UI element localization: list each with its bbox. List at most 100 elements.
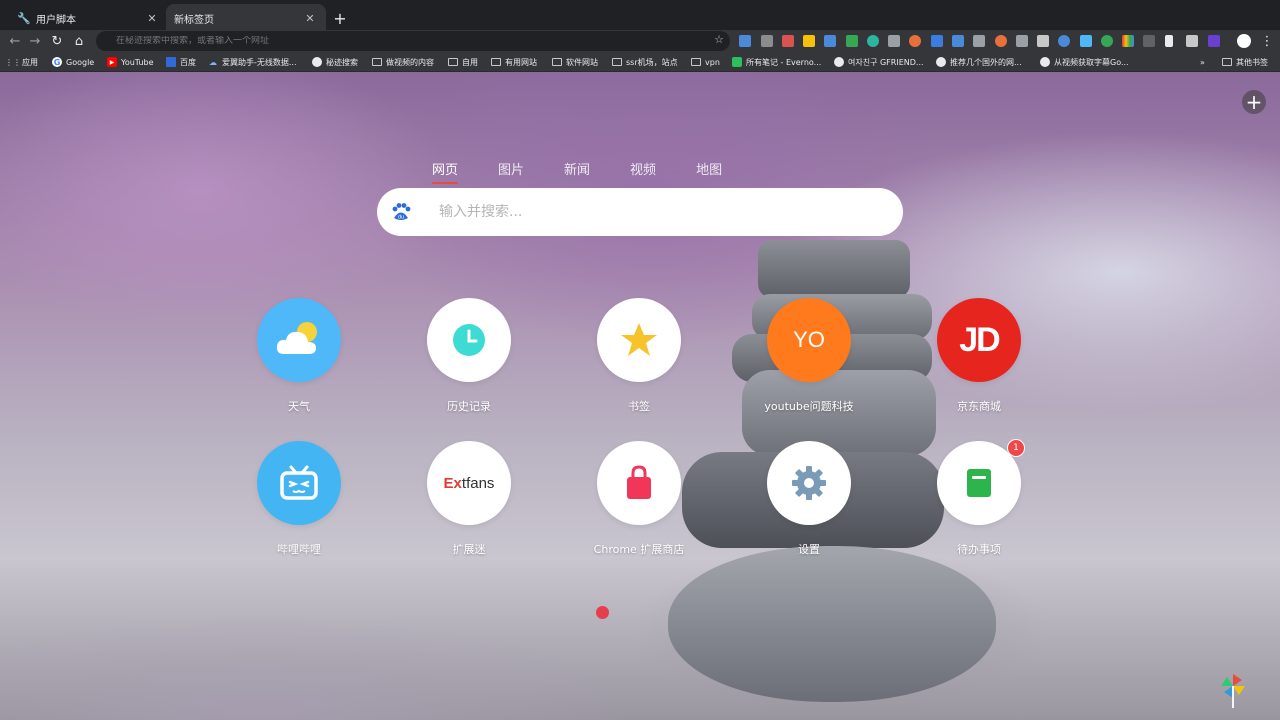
- apps-icon: ⋮⋮: [5, 57, 21, 67]
- bookmark-label: 여자친구 GFRIEND...: [848, 57, 924, 67]
- site-icon: ☁: [209, 57, 217, 67]
- bookmark-folder[interactable]: 软件网站: [552, 55, 598, 69]
- reload-icon[interactable]: ↻: [48, 32, 66, 50]
- star-icon: [597, 298, 681, 382]
- bookmark-label: 秘迹搜索: [326, 57, 358, 67]
- add-shortcut-button[interactable]: +: [1242, 90, 1266, 114]
- extension-icon[interactable]: [1037, 35, 1049, 47]
- folder-icon: [1222, 58, 1232, 66]
- bookmark-youtube[interactable]: ▶ YouTube: [107, 55, 154, 69]
- jd-logo-text: JD: [959, 320, 1000, 359]
- extension-icon[interactable]: [1016, 35, 1028, 47]
- bilibili-icon: [257, 441, 341, 525]
- menu-icon[interactable]: ⋮: [1258, 32, 1276, 50]
- folder-icon: [491, 58, 501, 66]
- bookmark-baidu[interactable]: 百度: [166, 55, 196, 69]
- shortcut-label: 设置: [798, 543, 820, 556]
- extension-icon[interactable]: [973, 35, 985, 47]
- bookmark-folder[interactable]: vpn: [691, 55, 720, 69]
- bookmark-apps[interactable]: ⋮⋮ 应用: [5, 55, 38, 69]
- extension-icon[interactable]: [909, 35, 921, 47]
- omnibox[interactable]: ☆: [96, 31, 730, 51]
- shortcut-weather[interactable]: 天气: [244, 298, 354, 414]
- extfans-logo-rest: tfans: [461, 474, 495, 492]
- tab-images[interactable]: 图片: [498, 159, 524, 182]
- other-bookmarks[interactable]: 其他书签: [1222, 55, 1268, 69]
- extension-icon[interactable]: [995, 35, 1007, 47]
- bookmark-label: vpn: [705, 57, 720, 67]
- shortcut-youtube-channel[interactable]: YO youtube问题科技: [754, 298, 864, 414]
- shortcut-chrome-web-store[interactable]: Chrome 扩展商店: [584, 441, 694, 557]
- bookmark-label: 其他书签: [1236, 57, 1268, 67]
- evernote-icon: [732, 57, 742, 67]
- baidu-paw-icon[interactable]: du: [377, 188, 425, 236]
- bookmark-folder[interactable]: ssr机场，站点: [612, 55, 678, 69]
- address-input[interactable]: [116, 36, 676, 46]
- close-icon[interactable]: ✕: [302, 10, 318, 26]
- extension-icon[interactable]: [803, 35, 815, 47]
- bookmark-folder[interactable]: 做视频的内容: [372, 55, 434, 69]
- close-icon[interactable]: ✕: [144, 10, 160, 26]
- bookmark-site[interactable]: ☁ 爱翼助手-无线数据...: [208, 55, 297, 69]
- bookmark-google[interactable]: G Google: [52, 55, 94, 69]
- extension-icon[interactable]: [1208, 35, 1220, 47]
- bookmark-evernote[interactable]: 所有笔记 - Everno...: [732, 55, 821, 69]
- shortcut-label: 书签: [628, 400, 650, 413]
- shortcut-bilibili[interactable]: 哔哩哔哩: [244, 441, 354, 557]
- tab-web[interactable]: 网页: [432, 159, 459, 184]
- shortcut-label: youtube问题科技: [764, 400, 854, 413]
- back-icon[interactable]: ←: [6, 32, 24, 50]
- bookmark-gfriend[interactable]: 여자친구 GFRIEND...: [834, 55, 924, 69]
- extension-icon[interactable]: [931, 35, 943, 47]
- search-input[interactable]: [439, 204, 879, 220]
- extension-icon[interactable]: [952, 35, 964, 47]
- profile-avatar[interactable]: [1237, 34, 1251, 48]
- shortcut-jd[interactable]: JD 京东商城: [924, 298, 1034, 414]
- bookmark-label: Google: [66, 57, 95, 67]
- extension-icon[interactable]: [824, 35, 836, 47]
- extension-icon[interactable]: [1186, 35, 1198, 47]
- extension-icon[interactable]: [739, 35, 751, 47]
- home-icon[interactable]: ⌂: [70, 32, 88, 50]
- shortcut-label: 历史记录: [447, 400, 491, 413]
- extension-icon[interactable]: [1143, 35, 1155, 47]
- extension-icon[interactable]: [1122, 35, 1134, 47]
- bookmark-label: 自用: [462, 57, 478, 67]
- shortcut-history[interactable]: 历史记录: [414, 298, 524, 414]
- tab-news[interactable]: 新闻: [564, 159, 590, 182]
- bookmark-subtitles[interactable]: 从视频获取字幕Go...: [1040, 55, 1129, 69]
- shortcut-bookmarks[interactable]: 书签: [584, 298, 694, 414]
- todo-icon: 1: [937, 439, 1025, 525]
- extension-icon[interactable]: [867, 35, 879, 47]
- forward-icon[interactable]: →: [26, 32, 44, 50]
- search-category-tabs: 网页 图片 新闻 视频 地图: [432, 159, 722, 184]
- globe-icon: [1040, 57, 1050, 67]
- tab-maps[interactable]: 地图: [696, 159, 722, 182]
- bookmark-star-icon[interactable]: ☆: [714, 33, 724, 46]
- tab-strip: 🔧 用户脚本 ✕ 新标签页 ✕ +: [0, 0, 1280, 32]
- tab-userscripts[interactable]: 🔧 用户脚本 ✕: [8, 4, 168, 32]
- extension-icon[interactable]: [888, 35, 900, 47]
- search-box[interactable]: du: [377, 188, 903, 236]
- bookmark-folder[interactable]: 有用网站: [491, 55, 537, 69]
- tab-video[interactable]: 视频: [630, 159, 656, 182]
- extension-icon[interactable]: [1058, 35, 1070, 47]
- shortcut-extfans[interactable]: Extfans 扩展迷: [414, 441, 524, 557]
- extension-icon[interactable]: [846, 35, 858, 47]
- shortcut-settings[interactable]: 设置: [754, 441, 864, 557]
- bookmark-folder[interactable]: 自用: [448, 55, 478, 69]
- bookmark-icon[interactable]: [1165, 35, 1173, 47]
- tab-new-tab[interactable]: 新标签页 ✕: [166, 4, 326, 32]
- shortcut-todo[interactable]: 1 待办事项: [924, 439, 1034, 557]
- extension-icon[interactable]: [782, 35, 794, 47]
- bookmarks-overflow-button[interactable]: »: [1200, 55, 1205, 69]
- pinwheel-icon[interactable]: [1218, 672, 1248, 708]
- extension-icon[interactable]: [1101, 35, 1113, 47]
- shortcut-label: 天气: [288, 400, 310, 413]
- extension-icon[interactable]: [1080, 35, 1092, 47]
- new-tab-button[interactable]: +: [330, 8, 350, 28]
- bookmark-miji[interactable]: 秘迹搜索: [312, 55, 358, 69]
- bookmark-foreign-sites[interactable]: 推荐几个国外的网...: [936, 55, 1022, 69]
- extension-icon[interactable]: [761, 35, 773, 47]
- folder-icon: [448, 58, 458, 66]
